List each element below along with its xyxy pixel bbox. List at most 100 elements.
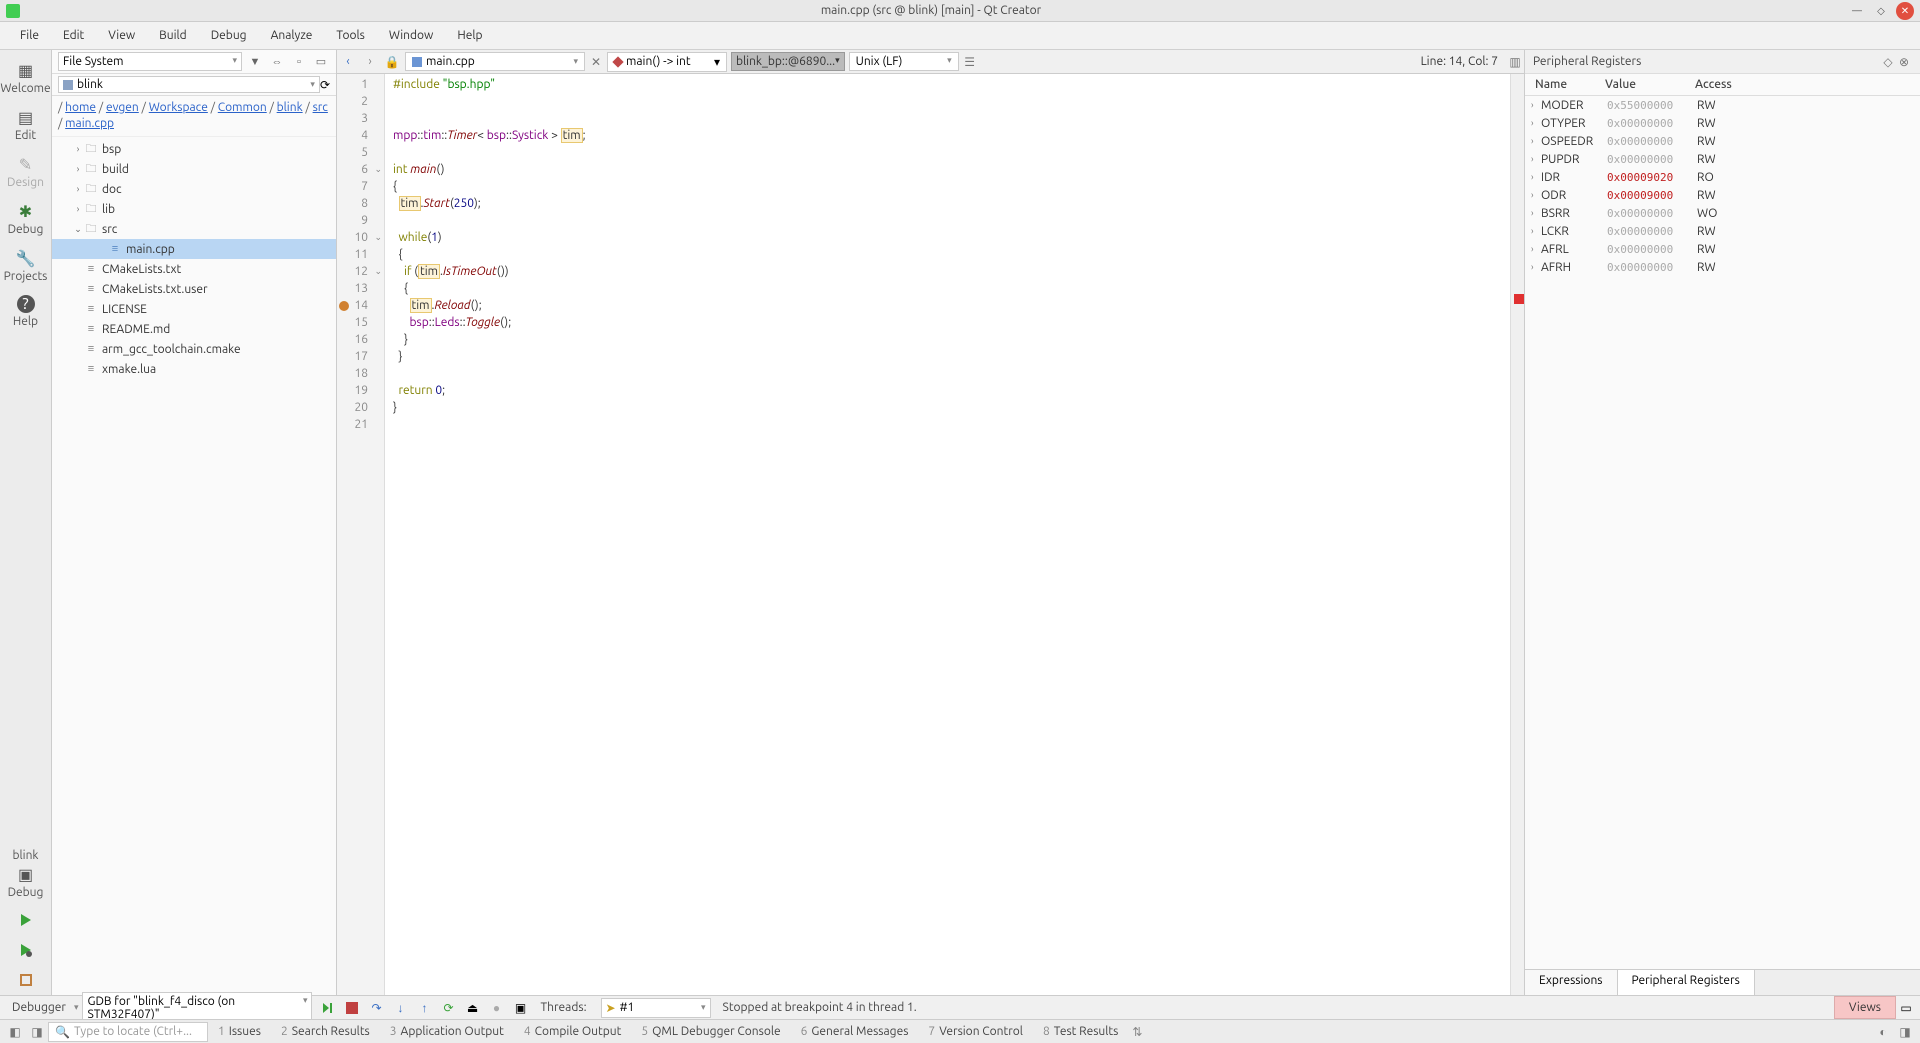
panel-menu-icon[interactable]: ◇ bbox=[1880, 55, 1896, 69]
menu-build[interactable]: Build bbox=[147, 25, 199, 46]
filter-icon[interactable]: ▼ bbox=[246, 53, 264, 71]
code-editor[interactable]: #include "bsp.hpp" mpp::tim::Timer< bsp:… bbox=[385, 74, 1510, 995]
register-row-AFRH[interactable]: ›AFRH0x00000000RW bbox=[1525, 258, 1920, 276]
step-over-button[interactable]: ↷ bbox=[365, 999, 387, 1017]
register-row-PUPDR[interactable]: ›PUPDR0x00000000RW bbox=[1525, 150, 1920, 168]
snapshot-button[interactable]: ▣ bbox=[509, 999, 531, 1017]
output-pane-version-control[interactable]: 7Version Control bbox=[918, 1025, 1033, 1038]
mode-design[interactable]: ✎Design bbox=[0, 148, 51, 195]
tree-item-README-md[interactable]: ≡README.md bbox=[52, 319, 336, 339]
run-debug-button[interactable] bbox=[0, 935, 51, 965]
split-editor-icon[interactable]: ▥ bbox=[1506, 55, 1524, 69]
link-icon[interactable]: ⇔ bbox=[268, 53, 286, 71]
register-row-OSPEEDR[interactable]: ›OSPEEDR0x00000000RW bbox=[1525, 132, 1920, 150]
view-selector[interactable]: File System▾ bbox=[58, 52, 242, 71]
tree-item-doc[interactable]: ›🗀doc bbox=[52, 179, 336, 199]
menu-help[interactable]: Help bbox=[445, 25, 494, 46]
toggle-sidebar2-icon[interactable]: ◨ bbox=[26, 1025, 48, 1039]
output-pane-application-output[interactable]: 3Application Output bbox=[380, 1025, 514, 1038]
panel-close-icon[interactable]: ⊗ bbox=[1896, 55, 1912, 69]
detach-button[interactable]: ⏏ bbox=[461, 999, 483, 1017]
register-row-BSRR[interactable]: ›BSRR0x00000000WO bbox=[1525, 204, 1920, 222]
mode-welcome[interactable]: ▦Welcome bbox=[0, 54, 51, 101]
toggle-right-icon[interactable]: ◨ bbox=[1894, 1025, 1916, 1039]
crumb-evgen[interactable]: evgen bbox=[106, 101, 139, 114]
mode-projects[interactable]: 🔧Projects bbox=[0, 242, 51, 289]
continue-button[interactable] bbox=[317, 999, 339, 1017]
tree-item-arm_gcc_toolchain-cmake[interactable]: ≡arm_gcc_toolchain.cmake bbox=[52, 339, 336, 359]
crumb-src[interactable]: src bbox=[313, 101, 328, 114]
register-row-LCKR[interactable]: ›LCKR0x00000000RW bbox=[1525, 222, 1920, 240]
menu-tools[interactable]: Tools bbox=[324, 25, 377, 46]
menu-debug[interactable]: Debug bbox=[199, 25, 259, 46]
crumb-main[interactable]: main.cpp bbox=[65, 117, 114, 130]
project-selector[interactable]: blink ▾ bbox=[58, 76, 320, 93]
crumb-home[interactable]: home bbox=[65, 101, 96, 114]
encoding-selector[interactable]: Unix (LF)▾ bbox=[849, 52, 959, 71]
close-file-button[interactable]: ✕ bbox=[587, 55, 605, 69]
tab-peripheral-registers[interactable]: Peripheral Registers bbox=[1618, 970, 1755, 995]
tree-item-build[interactable]: ›🗀build bbox=[52, 159, 336, 179]
line-column-indicator[interactable]: Line: 14, Col: 7 bbox=[1413, 55, 1506, 68]
progress-icon[interactable]: ◐ bbox=[1872, 1025, 1894, 1039]
tree-item-bsp[interactable]: ›🗀bsp bbox=[52, 139, 336, 159]
sync-icon[interactable]: ⟳ bbox=[320, 78, 330, 92]
output-pane-qml-debugger-console[interactable]: 5QML Debugger Console bbox=[631, 1025, 790, 1038]
views-menu-icon[interactable]: ▭ bbox=[1896, 1001, 1916, 1015]
split-icon[interactable]: ▫ bbox=[290, 53, 308, 71]
restart-button[interactable]: ⟳ bbox=[437, 999, 459, 1017]
function-selector[interactable]: main() -> int▾ bbox=[607, 52, 727, 72]
lock-icon[interactable]: 🔒 bbox=[381, 52, 403, 72]
mode-help[interactable]: ?Help bbox=[0, 289, 51, 334]
build-button[interactable] bbox=[0, 965, 51, 995]
minimize-button[interactable]: — bbox=[1848, 2, 1866, 20]
tree-item-LICENSE[interactable]: ≡LICENSE bbox=[52, 299, 336, 319]
crumb-blink[interactable]: blink bbox=[277, 101, 303, 114]
output-pane-search-results[interactable]: 2Search Results bbox=[271, 1025, 380, 1038]
step-into-button[interactable]: ↓ bbox=[389, 999, 411, 1017]
views-button[interactable]: Views bbox=[1834, 996, 1896, 1019]
tree-item-src[interactable]: ⌄🗀src bbox=[52, 219, 336, 239]
close-button[interactable]: ✕ bbox=[1896, 2, 1914, 20]
menu-window[interactable]: Window bbox=[377, 25, 445, 46]
thread-selector[interactable]: ➤#1▾ bbox=[601, 998, 711, 1018]
register-row-AFRL[interactable]: ›AFRL0x00000000RW bbox=[1525, 240, 1920, 258]
breakpoint-selector[interactable]: blink_bp::@6890...▾ bbox=[731, 52, 845, 71]
maximize-button[interactable]: ◇ bbox=[1872, 2, 1890, 20]
output-pane-compile-output[interactable]: 4Compile Output bbox=[514, 1025, 631, 1038]
menu-analyze[interactable]: Analyze bbox=[259, 25, 325, 46]
line-gutter[interactable]: 123456⌄78910⌄1112⌄131415161718192021 bbox=[337, 74, 385, 995]
crumb-common[interactable]: Common bbox=[218, 101, 267, 114]
tree-item-lib[interactable]: ›🗀lib bbox=[52, 199, 336, 219]
kit-selector[interactable]: blink▣Debug bbox=[0, 843, 51, 905]
minimap[interactable] bbox=[1510, 74, 1524, 995]
menu-file[interactable]: File bbox=[8, 25, 51, 46]
mode-debug[interactable]: ✱Debug bbox=[0, 195, 51, 242]
file-selector[interactable]: main.cpp▾ bbox=[405, 52, 585, 71]
output-pane-issues[interactable]: 1Issues bbox=[208, 1025, 271, 1038]
close-panel-icon[interactable]: ▭ bbox=[312, 53, 330, 71]
step-out-button[interactable]: ↑ bbox=[413, 999, 435, 1017]
run-button[interactable] bbox=[0, 905, 51, 935]
tab-expressions[interactable]: Expressions bbox=[1525, 970, 1618, 995]
tree-item-CMakeLists-txt[interactable]: ≡CMakeLists.txt bbox=[52, 259, 336, 279]
toggle-sidebar-icon[interactable]: ◧ bbox=[4, 1025, 26, 1039]
outline-icon[interactable]: ☰ bbox=[961, 55, 979, 69]
nav-back-button[interactable]: ‹ bbox=[337, 52, 359, 72]
locator-input[interactable]: 🔍Type to locate (Ctrl+... bbox=[48, 1022, 208, 1042]
menu-edit[interactable]: Edit bbox=[51, 25, 96, 46]
record-button[interactable]: ● bbox=[485, 999, 507, 1017]
tree-item-main-cpp[interactable]: ≡main.cpp bbox=[52, 239, 336, 259]
nav-fwd-button[interactable]: › bbox=[359, 52, 381, 72]
tree-item-CMakeLists-txt-user[interactable]: ≡CMakeLists.txt.user bbox=[52, 279, 336, 299]
output-pane-general-messages[interactable]: 6General Messages bbox=[791, 1025, 919, 1038]
register-row-ODR[interactable]: ›ODR0x00009000RW bbox=[1525, 186, 1920, 204]
output-pane-test-results[interactable]: 8Test Results bbox=[1033, 1025, 1128, 1038]
stop-button[interactable] bbox=[341, 999, 363, 1017]
register-row-IDR[interactable]: ›IDR0x00009020RO bbox=[1525, 168, 1920, 186]
menu-view[interactable]: View bbox=[96, 25, 147, 46]
register-row-MODER[interactable]: ›MODER0x55000000RW bbox=[1525, 96, 1920, 114]
register-row-OTYPER[interactable]: ›OTYPER0x00000000RW bbox=[1525, 114, 1920, 132]
mode-edit[interactable]: ▤Edit bbox=[0, 101, 51, 148]
crumb-workspace[interactable]: Workspace bbox=[149, 101, 208, 114]
